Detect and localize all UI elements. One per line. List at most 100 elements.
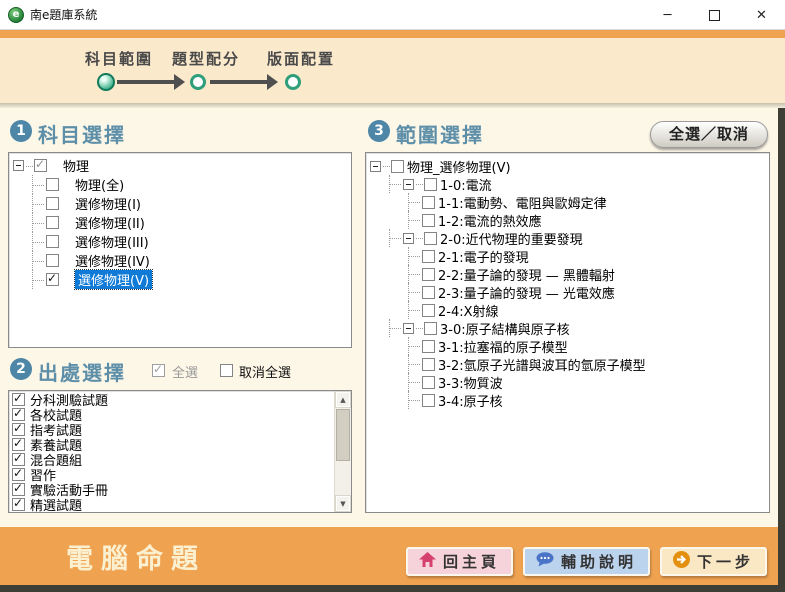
tree-item-label[interactable]: 1-0:電流 bbox=[440, 175, 492, 194]
list-item[interactable]: 混合題組 bbox=[9, 452, 351, 467]
list-checkbox[interactable] bbox=[12, 483, 25, 496]
tree-item[interactable]: 3-3:物質波 bbox=[366, 373, 769, 391]
tree-item-label[interactable]: 2-3:量子論的發現 — 光電效應 bbox=[438, 283, 615, 302]
maximize-button[interactable] bbox=[691, 0, 738, 30]
tree-checkbox[interactable] bbox=[46, 197, 59, 210]
tree-item[interactable]: 1-0:電流 bbox=[366, 175, 769, 193]
tree-item[interactable]: 選修物理(I) bbox=[9, 194, 351, 213]
tree-item-label[interactable]: 選修物理(IV) bbox=[75, 251, 150, 270]
list-checkbox[interactable] bbox=[12, 453, 25, 466]
next-step-button[interactable]: 下一步 bbox=[660, 547, 767, 576]
expand-toggle-icon[interactable] bbox=[403, 323, 414, 334]
deselect-all-label: 取消全選 bbox=[239, 362, 291, 381]
tree-item-label[interactable]: 2-0:近代物理的重要發現 bbox=[440, 229, 583, 248]
tree-item[interactable]: 物理(全) bbox=[9, 175, 351, 194]
tree-item-label[interactable]: 選修物理(II) bbox=[75, 213, 145, 232]
tree-item-label[interactable]: 3-1:拉塞福的原子模型 bbox=[438, 337, 568, 356]
tree-checkbox[interactable] bbox=[422, 196, 435, 209]
tree-item-label[interactable]: 選修物理(III) bbox=[75, 232, 149, 251]
tree-item[interactable]: 2-2:量子論的發現 — 黑體輻射 bbox=[366, 265, 769, 283]
tree-item[interactable]: 3-4:原子核 bbox=[366, 391, 769, 409]
deselect-all-checkbox[interactable] bbox=[220, 364, 233, 377]
tree-item[interactable]: 3-0:原子結構與原子核 bbox=[366, 319, 769, 337]
tree-checkbox[interactable] bbox=[424, 232, 437, 245]
tree-item-label[interactable]: 2-4:X射線 bbox=[438, 301, 499, 320]
tree-checkbox[interactable] bbox=[422, 268, 435, 281]
tree-item[interactable]: 2-1:電子的發現 bbox=[366, 247, 769, 265]
tree-connector-icon bbox=[32, 251, 46, 270]
tree-checkbox[interactable] bbox=[422, 250, 435, 263]
tree-item-label[interactable]: 3-0:原子結構與原子核 bbox=[440, 319, 570, 338]
list-checkbox[interactable] bbox=[12, 438, 25, 451]
list-checkbox[interactable] bbox=[12, 423, 25, 436]
section-2-title: 出處選擇 bbox=[38, 357, 126, 386]
tree-item[interactable]: 物理_選修物理(V) bbox=[366, 157, 769, 175]
list-checkbox[interactable] bbox=[12, 393, 25, 406]
tree-item-label[interactable]: 物理 bbox=[63, 156, 89, 175]
tree-checkbox[interactable] bbox=[422, 304, 435, 317]
tree-item[interactable]: 1-2:電流的熱效應 bbox=[366, 211, 769, 229]
home-button[interactable]: 回主頁 bbox=[406, 547, 513, 576]
minimize-button[interactable]: ─ bbox=[644, 0, 691, 30]
expand-toggle-icon[interactable] bbox=[403, 233, 414, 244]
tree-item[interactable]: 物理 bbox=[9, 156, 351, 175]
footer-buttons: 回主頁 輔助說明 下一步 bbox=[406, 547, 767, 576]
tree-item[interactable]: 2-0:近代物理的重要發現 bbox=[366, 229, 769, 247]
tree-item-label[interactable]: 3-4:原子核 bbox=[438, 391, 503, 410]
arrow-right-circle-icon bbox=[673, 551, 690, 572]
close-button[interactable]: ✕ bbox=[738, 0, 785, 30]
tree-item-label[interactable]: 1-1:電動勢、電阻與歐姆定律 bbox=[438, 193, 607, 212]
expand-toggle-icon[interactable] bbox=[370, 161, 381, 172]
tree-checkbox[interactable] bbox=[46, 216, 59, 229]
select-all-checkbox[interactable] bbox=[152, 364, 165, 377]
tree-item[interactable]: 2-3:量子論的發現 — 光電效應 bbox=[366, 283, 769, 301]
select-all-label: 全選 bbox=[172, 362, 198, 381]
footer-button-label: 輔助說明 bbox=[561, 551, 637, 572]
select-toggle-button[interactable]: 全選／取消 bbox=[650, 121, 768, 148]
tree-checkbox[interactable] bbox=[391, 160, 404, 173]
tree-item[interactable]: 3-2:氫原子光譜與波耳的氫原子模型 bbox=[366, 355, 769, 373]
expand-toggle-icon[interactable] bbox=[403, 179, 414, 190]
tree-item[interactable]: 3-1:拉塞福的原子模型 bbox=[366, 337, 769, 355]
tree-checkbox[interactable] bbox=[46, 178, 59, 191]
app-window: e 南e題庫系統 ─ ✕ 科目範圍 題型配分 版面配置 1 科目選擇 物理物理(… bbox=[0, 0, 785, 592]
tree-checkbox[interactable] bbox=[424, 322, 437, 335]
expand-toggle-icon[interactable] bbox=[13, 160, 24, 171]
tree-item-label[interactable]: 物理_選修物理(V) bbox=[407, 157, 511, 176]
list-item[interactable]: 精選試題 bbox=[9, 497, 351, 512]
tree-item-label[interactable]: 3-2:氫原子光譜與波耳的氫原子模型 bbox=[438, 355, 646, 374]
tree-checkbox[interactable] bbox=[46, 273, 59, 286]
wizard-steps: 科目範圍 題型配分 版面配置 bbox=[0, 38, 785, 103]
tree-item[interactable]: 選修物理(III) bbox=[9, 232, 351, 251]
help-button[interactable]: 輔助說明 bbox=[523, 547, 650, 576]
tree-checkbox[interactable] bbox=[422, 394, 435, 407]
tree-item[interactable]: 選修物理(IV) bbox=[9, 251, 351, 270]
tree-item-label[interactable]: 3-3:物質波 bbox=[438, 373, 503, 392]
tree-checkbox[interactable] bbox=[46, 235, 59, 248]
tree-checkbox[interactable] bbox=[422, 340, 435, 353]
list-item-label[interactable]: 精選試題 bbox=[30, 495, 82, 513]
tree-item-label[interactable]: 1-2:電流的熱效應 bbox=[438, 211, 542, 230]
tree-item[interactable]: 2-4:X射線 bbox=[366, 301, 769, 319]
tree-item-label[interactable]: 選修物理(V) bbox=[75, 270, 152, 289]
tree-checkbox[interactable] bbox=[422, 376, 435, 389]
tree-item-label[interactable]: 2-1:電子的發現 bbox=[438, 247, 529, 266]
tree-checkbox[interactable] bbox=[34, 159, 47, 172]
tree-checkbox[interactable] bbox=[422, 358, 435, 371]
tree-item[interactable]: 1-1:電動勢、電阻與歐姆定律 bbox=[366, 193, 769, 211]
list-item-partial[interactable] bbox=[9, 512, 351, 513]
list-checkbox[interactable] bbox=[12, 408, 25, 421]
tree-item-label[interactable]: 選修物理(I) bbox=[75, 194, 141, 213]
list-checkbox[interactable] bbox=[12, 468, 25, 481]
tree-item-label[interactable]: 物理(全) bbox=[75, 175, 124, 194]
list-checkbox[interactable] bbox=[12, 498, 25, 511]
tree-checkbox[interactable] bbox=[422, 214, 435, 227]
tree-checkbox[interactable] bbox=[424, 178, 437, 191]
tree-item[interactable]: 選修物理(V) bbox=[9, 270, 351, 289]
tree-checkbox[interactable] bbox=[422, 286, 435, 299]
step-dot-3 bbox=[285, 74, 301, 90]
tree-item[interactable]: 選修物理(II) bbox=[9, 213, 351, 232]
tree-connector-icon bbox=[408, 247, 422, 265]
tree-checkbox[interactable] bbox=[46, 254, 59, 267]
tree-item-label[interactable]: 2-2:量子論的發現 — 黑體輻射 bbox=[438, 265, 615, 284]
